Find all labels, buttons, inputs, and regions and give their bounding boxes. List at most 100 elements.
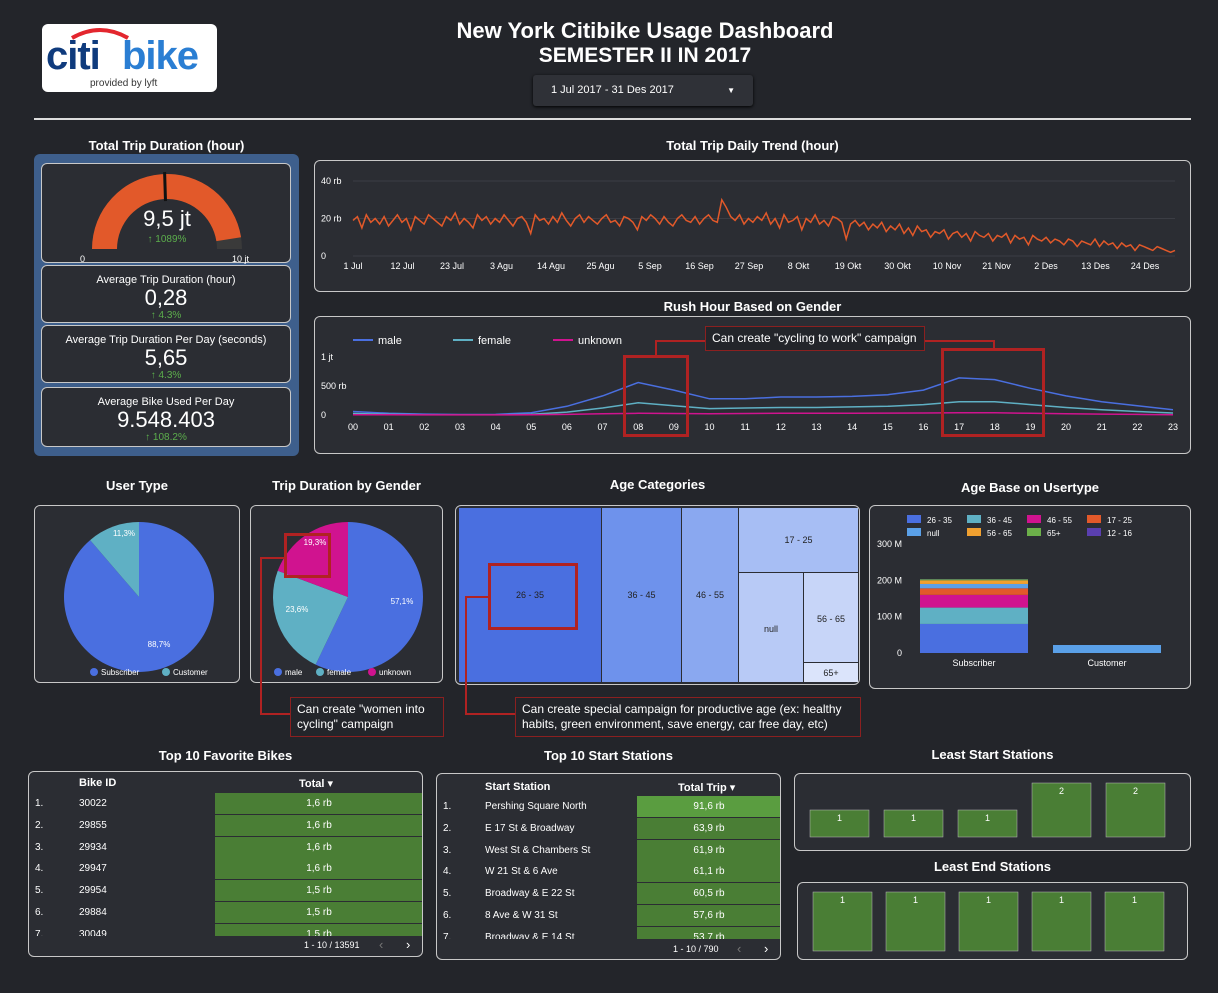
- avg-bike-card: Average Bike Used Per Day 9.548.403 ↑ 10…: [41, 387, 291, 447]
- table-row[interactable]: 6. 8 Ave & W 31 St 57,6 rb: [437, 905, 780, 926]
- x-tick-label: 16: [918, 422, 928, 432]
- x-tick-label: Subscriber: [952, 658, 995, 668]
- connector: [993, 340, 995, 348]
- bar-value-label: 2: [1133, 786, 1138, 796]
- age-usertype-title: Age Base on Usertype: [961, 480, 1099, 495]
- legend-label: 65+: [1047, 529, 1061, 538]
- table-row[interactable]: 1. Pershing Square North 91,6 rb: [437, 796, 780, 817]
- x-tick-label: 5 Sep: [638, 261, 662, 271]
- table-row[interactable]: 5. 29954 1,5 rb: [29, 880, 422, 902]
- table-row[interactable]: 2. 29855 1,6 rb: [29, 814, 422, 836]
- table-row[interactable]: 4. 29947 1,6 rb: [29, 858, 422, 880]
- bar-value-label: 1: [913, 895, 918, 905]
- x-tick-label: 21 Nov: [982, 261, 1011, 271]
- legend-swatch: [967, 528, 981, 536]
- prev-page-icon[interactable]: ‹: [737, 941, 741, 956]
- daily-trend-card: 40 rb 20 rb 0 1 Jul 12 Jul 23 Jul 3 Agu 14 Agu 2…: [314, 160, 1191, 292]
- bar-value-label: 1: [1059, 895, 1064, 905]
- legend-label: female: [327, 668, 352, 677]
- bike-id: 30022: [79, 798, 107, 809]
- station-total: 61,9 rb: [637, 839, 780, 861]
- station-name: Broadway & E 14 St: [485, 931, 575, 939]
- bar-segment-null: [920, 583, 1028, 589]
- legend-label: female: [478, 335, 511, 347]
- y-tick-label: 200 M: [877, 575, 902, 585]
- table-row[interactable]: 5. Broadway & E 22 St 60,5 rb: [437, 883, 780, 905]
- legend-swatch: [1027, 515, 1041, 523]
- least-start-chart: 1 1 1 2 2: [809, 782, 1166, 838]
- legend-label: null: [927, 529, 940, 538]
- x-tick-label: 12 Jul: [390, 261, 414, 271]
- table-row[interactable]: 7. 30049 1,5 rb: [29, 923, 422, 936]
- bikes-pagination: 1 - 10 / 13591: [304, 940, 360, 950]
- y-tick-label: 1 jt: [321, 352, 334, 362]
- y-tick-label: 0: [897, 648, 902, 658]
- x-tick-label: 05: [526, 422, 536, 432]
- next-page-icon[interactable]: ›: [764, 941, 768, 956]
- x-tick-label: 14 Agu: [537, 261, 565, 271]
- legend-label: Subscriber: [101, 668, 140, 677]
- pie-value-label: 88,7%: [148, 640, 171, 649]
- avg-trip-value: 0,28: [144, 285, 188, 310]
- gauge-card: 9,5 jt ↑ 1089% 0 10 jt: [41, 163, 291, 264]
- legend-label: male: [285, 668, 303, 677]
- treemap-label: null: [763, 624, 778, 634]
- avg-trip-day-value: 5,65: [144, 345, 188, 370]
- table-row[interactable]: 7. Broadway & E 14 St 53,7 rb: [437, 926, 780, 939]
- bar-value-label: 1: [986, 895, 991, 905]
- x-tick-label: 13: [811, 422, 821, 432]
- treemap-label: 36 - 45: [627, 590, 656, 600]
- row-index: 4.: [35, 863, 44, 875]
- x-tick-label: 8 Okt: [788, 261, 810, 271]
- row-index: 3.: [443, 844, 452, 856]
- prev-page-icon[interactable]: ‹: [379, 937, 383, 952]
- connector: [465, 713, 515, 715]
- legend-swatch: [967, 515, 981, 523]
- x-tick-label: 15: [883, 422, 893, 432]
- bar-value-label: 1: [837, 813, 842, 823]
- trend-line: [352, 197, 1176, 254]
- bar-value-label: 1: [1132, 895, 1137, 905]
- x-tick-label: 25 Agu: [586, 261, 614, 271]
- bar-segment-65+: [920, 579, 1028, 581]
- legend-swatch: [1087, 515, 1101, 523]
- station-name: E 17 St & Broadway: [485, 822, 575, 834]
- next-page-icon[interactable]: ›: [406, 937, 410, 952]
- connector: [465, 596, 490, 598]
- x-tick-label: 22: [1132, 422, 1142, 432]
- daily-trend-title: Total Trip Daily Trend (hour): [666, 138, 839, 153]
- bikes-col-total[interactable]: Total ▾: [299, 777, 333, 790]
- table-row[interactable]: 4. W 21 St & 6 Ave 61,1 rb: [437, 861, 780, 883]
- y-tick-label: 0: [321, 410, 326, 420]
- station-name: 8 Ave & W 31 St: [485, 910, 558, 921]
- total-trip-title: Total Trip Duration (hour): [88, 138, 245, 153]
- bike-id: 30049: [79, 928, 107, 936]
- date-range-picker[interactable]: 1 Jul 2017 - 31 Des 2017 ▼: [533, 75, 753, 106]
- bar-segment-17 - 25: [920, 588, 1028, 595]
- table-row[interactable]: 3. West St & Chambers St 61,9 rb: [437, 839, 780, 861]
- bar-segment-36 - 45: [920, 607, 1028, 624]
- station-name: Pershing Square North: [485, 801, 587, 812]
- treemap-label: 46 - 55: [695, 590, 725, 600]
- bar-value-label: 1: [985, 813, 990, 823]
- table-row[interactable]: 2. E 17 St & Broadway 63,9 rb: [437, 817, 780, 839]
- x-tick-label: 16 Sep: [685, 261, 714, 271]
- table-row[interactable]: 6. 29884 1,5 rb: [29, 902, 422, 923]
- gauge-max: 10 jt: [232, 254, 250, 264]
- legend-label: 56 - 65: [987, 529, 1012, 538]
- row-index: 1.: [35, 798, 44, 809]
- age-usertype-chart: 26 - 35 36 - 45 46 - 55 17 - 25 null 56 - 65 6…: [877, 515, 1161, 668]
- logo-provided-by: provided by lyft: [90, 78, 158, 89]
- table-row[interactable]: 1. 30022 1,6 rb: [29, 793, 422, 814]
- avg-bike-value: 9.548.403: [117, 407, 215, 432]
- x-tick-label: 12: [776, 422, 786, 432]
- stations-col-total[interactable]: Total Trip ▾: [678, 781, 735, 794]
- y-tick-label: 300 M: [877, 539, 902, 549]
- x-tick-label: 13 Des: [1081, 261, 1110, 271]
- highlight-evening: [941, 348, 1045, 437]
- age-usertype-card: 26 - 35 36 - 45 46 - 55 17 - 25 null 56 - 65 6…: [869, 505, 1191, 689]
- page-title: New York Citibike Usage Dashboard: [456, 18, 834, 43]
- x-tick-label: 30 Okt: [884, 261, 911, 271]
- station-name: W 21 St & 6 Ave: [485, 866, 558, 878]
- table-row[interactable]: 3. 29934 1,6 rb: [29, 836, 422, 858]
